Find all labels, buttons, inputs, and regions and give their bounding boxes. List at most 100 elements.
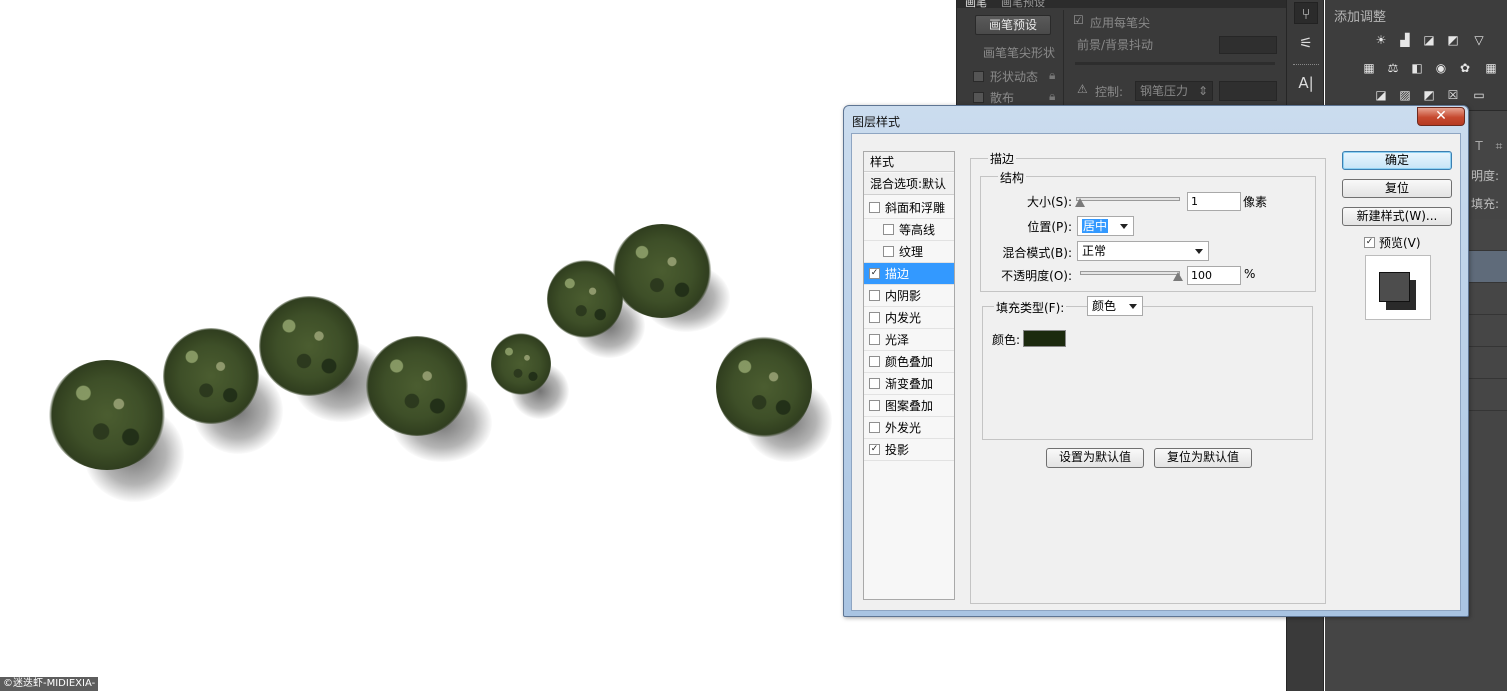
size-input[interactable]: 1 [1187, 192, 1241, 211]
brush-preset-button[interactable]: 画笔预设 [975, 15, 1051, 35]
ok-button[interactable]: 确定 [1342, 151, 1452, 170]
invert-icon[interactable]: ◪ [1373, 88, 1389, 102]
brush-presets-icon[interactable]: ⚟ [1294, 32, 1318, 54]
layer-row[interactable] [1468, 315, 1507, 347]
blend-mode-select[interactable]: 正常 [1077, 241, 1209, 261]
hue-saturation-icon[interactable]: ▦ [1361, 61, 1377, 75]
effect-checkbox[interactable] [869, 422, 880, 433]
fill-label: 填充: [1471, 197, 1500, 211]
tab-brush-presets[interactable]: 画笔预设 [1001, 0, 1045, 10]
opacity-slider-thumb[interactable] [1173, 272, 1183, 281]
effect-item[interactable]: 斜面和浮雕 [864, 197, 954, 219]
color-swatch[interactable] [1023, 330, 1066, 347]
dialog-titlebar[interactable]: 图层样式 ✕ [844, 106, 1468, 132]
effect-checkbox[interactable]: ✓ [869, 268, 880, 279]
vibrance-icon[interactable]: ▽ [1471, 33, 1487, 47]
scatter-checkbox[interactable] [973, 92, 984, 103]
jitter-slider[interactable] [1075, 62, 1275, 65]
fg-bg-jitter-field[interactable] [1219, 36, 1277, 54]
layer-row[interactable] [1468, 347, 1507, 379]
fill-type-value: 颜色 [1092, 299, 1117, 313]
threshold-icon[interactable]: ◩ [1421, 88, 1437, 102]
effect-item[interactable]: 图案叠加 [864, 395, 954, 417]
close-button[interactable]: ✕ [1417, 107, 1465, 126]
levels-icon[interactable]: ▟ [1397, 33, 1413, 47]
effect-item[interactable]: 内阴影 [864, 285, 954, 307]
set-default-button[interactable]: 设置为默认值 [1046, 448, 1144, 468]
opacity-slider[interactable] [1080, 271, 1180, 275]
color-lookup-icon[interactable]: ▦ [1483, 61, 1499, 75]
brush-tip-shape-label[interactable]: 画笔笔尖形状 [983, 44, 1055, 61]
channel-mixer-icon[interactable]: ✿ [1457, 61, 1473, 75]
styles-list: 样式 混合选项:默认 斜面和浮雕等高线 纹理 ✓ 描边 内阴影 内发光光泽颜色叠加 渐变叠加… [863, 151, 955, 600]
shrub-crown [163, 328, 259, 424]
effect-checkbox[interactable] [869, 312, 880, 323]
color-balance-icon[interactable]: ⚖ [1385, 61, 1401, 75]
effect-checkbox[interactable] [869, 400, 880, 411]
effect-item[interactable]: 等高线 [864, 219, 954, 241]
effect-checkbox[interactable] [869, 290, 880, 301]
layer-row-selected[interactable] [1468, 251, 1507, 283]
exposure-icon[interactable]: ◩ [1445, 33, 1461, 47]
black-white-icon[interactable]: ◧ [1409, 61, 1425, 75]
effect-item[interactable]: ✓ 投影 [864, 439, 954, 461]
layer-row[interactable] [1468, 219, 1507, 251]
layer-row[interactable] [1468, 283, 1507, 315]
size-slider[interactable] [1076, 197, 1180, 201]
effect-checkbox[interactable]: ✓ [869, 444, 880, 455]
opacity-label: 不透明度(O): [1001, 269, 1072, 283]
control-select[interactable]: 钢笔压力 ⇕ [1135, 81, 1213, 101]
opacity-input[interactable]: 100 [1187, 266, 1241, 285]
brush-tool-icon[interactable]: ⑂ [1294, 2, 1318, 24]
shape-filter-icon[interactable]: ⌗ [1491, 139, 1507, 153]
layer-row[interactable] [1468, 379, 1507, 411]
blending-options-item[interactable]: 混合选项:默认 [864, 173, 954, 195]
gradient-map-icon[interactable]: ☒ [1445, 88, 1461, 102]
opacity-unit: % [1244, 267, 1256, 281]
check-icon: ☑ [1073, 13, 1084, 27]
photo-filter-icon[interactable]: ◉ [1433, 61, 1449, 75]
effect-item[interactable]: 渐变叠加 [864, 373, 954, 395]
effect-checkbox[interactable] [869, 378, 880, 389]
apply-each-tip-label[interactable]: 应用每笔尖 [1090, 14, 1150, 31]
effect-checkbox[interactable] [869, 356, 880, 367]
preview-checkbox[interactable]: ✓ [1364, 237, 1375, 248]
character-icon[interactable]: A| [1294, 72, 1318, 94]
preview-label[interactable]: 预览(V) [1379, 234, 1421, 251]
selective-color-icon[interactable]: ▭ [1471, 88, 1487, 102]
effect-checkbox[interactable] [883, 224, 894, 235]
fill-type-label: 填充类型(F): [994, 301, 1067, 315]
effect-item[interactable]: ✓ 描边 [864, 263, 954, 285]
position-select[interactable]: 居中 [1077, 216, 1134, 236]
styles-header[interactable]: 样式 [864, 152, 954, 172]
effect-checkbox[interactable] [869, 334, 880, 345]
type-filter-icon[interactable]: T [1471, 139, 1487, 153]
effect-checkbox[interactable] [869, 202, 880, 213]
brightness-icon[interactable]: ☀ [1373, 33, 1389, 47]
effect-item[interactable]: 纹理 [864, 241, 954, 263]
scatter-label[interactable]: 散布 [990, 89, 1014, 106]
effect-item[interactable]: 颜色叠加 [864, 351, 954, 373]
new-style-button[interactable]: 新建样式(W)... [1342, 207, 1452, 226]
fill-type-select[interactable]: 颜色 [1087, 296, 1143, 316]
shape-dynamics-checkbox[interactable] [973, 71, 984, 82]
shape-dynamics-label[interactable]: 形状动态 [990, 68, 1038, 85]
watermark: ©迷迭虾-MIDIEXIA- [0, 677, 99, 691]
effect-item[interactable]: 外发光 [864, 417, 954, 439]
curves-icon[interactable]: ◪ [1421, 33, 1437, 47]
effect-item[interactable]: 内发光 [864, 307, 954, 329]
control-label: 控制: [1095, 85, 1124, 99]
reset-button[interactable]: 复位 [1342, 179, 1452, 198]
control-field[interactable] [1219, 81, 1277, 101]
shrub-crown [716, 336, 812, 438]
fill-type-legend: 填充类型(F): [992, 299, 1068, 316]
effect-item[interactable]: 光泽 [864, 329, 954, 351]
effect-checkbox[interactable] [883, 246, 894, 257]
effect-label: 斜面和浮雕 [885, 201, 946, 215]
posterize-icon[interactable]: ▨ [1397, 88, 1413, 102]
warning-icon: ⚠ [1077, 82, 1088, 96]
reset-default-button[interactable]: 复位为默认值 [1154, 448, 1252, 468]
effect-label: 光泽 [885, 333, 910, 347]
tab-brush[interactable]: 画笔 [965, 0, 987, 10]
size-slider-thumb[interactable] [1075, 198, 1085, 207]
